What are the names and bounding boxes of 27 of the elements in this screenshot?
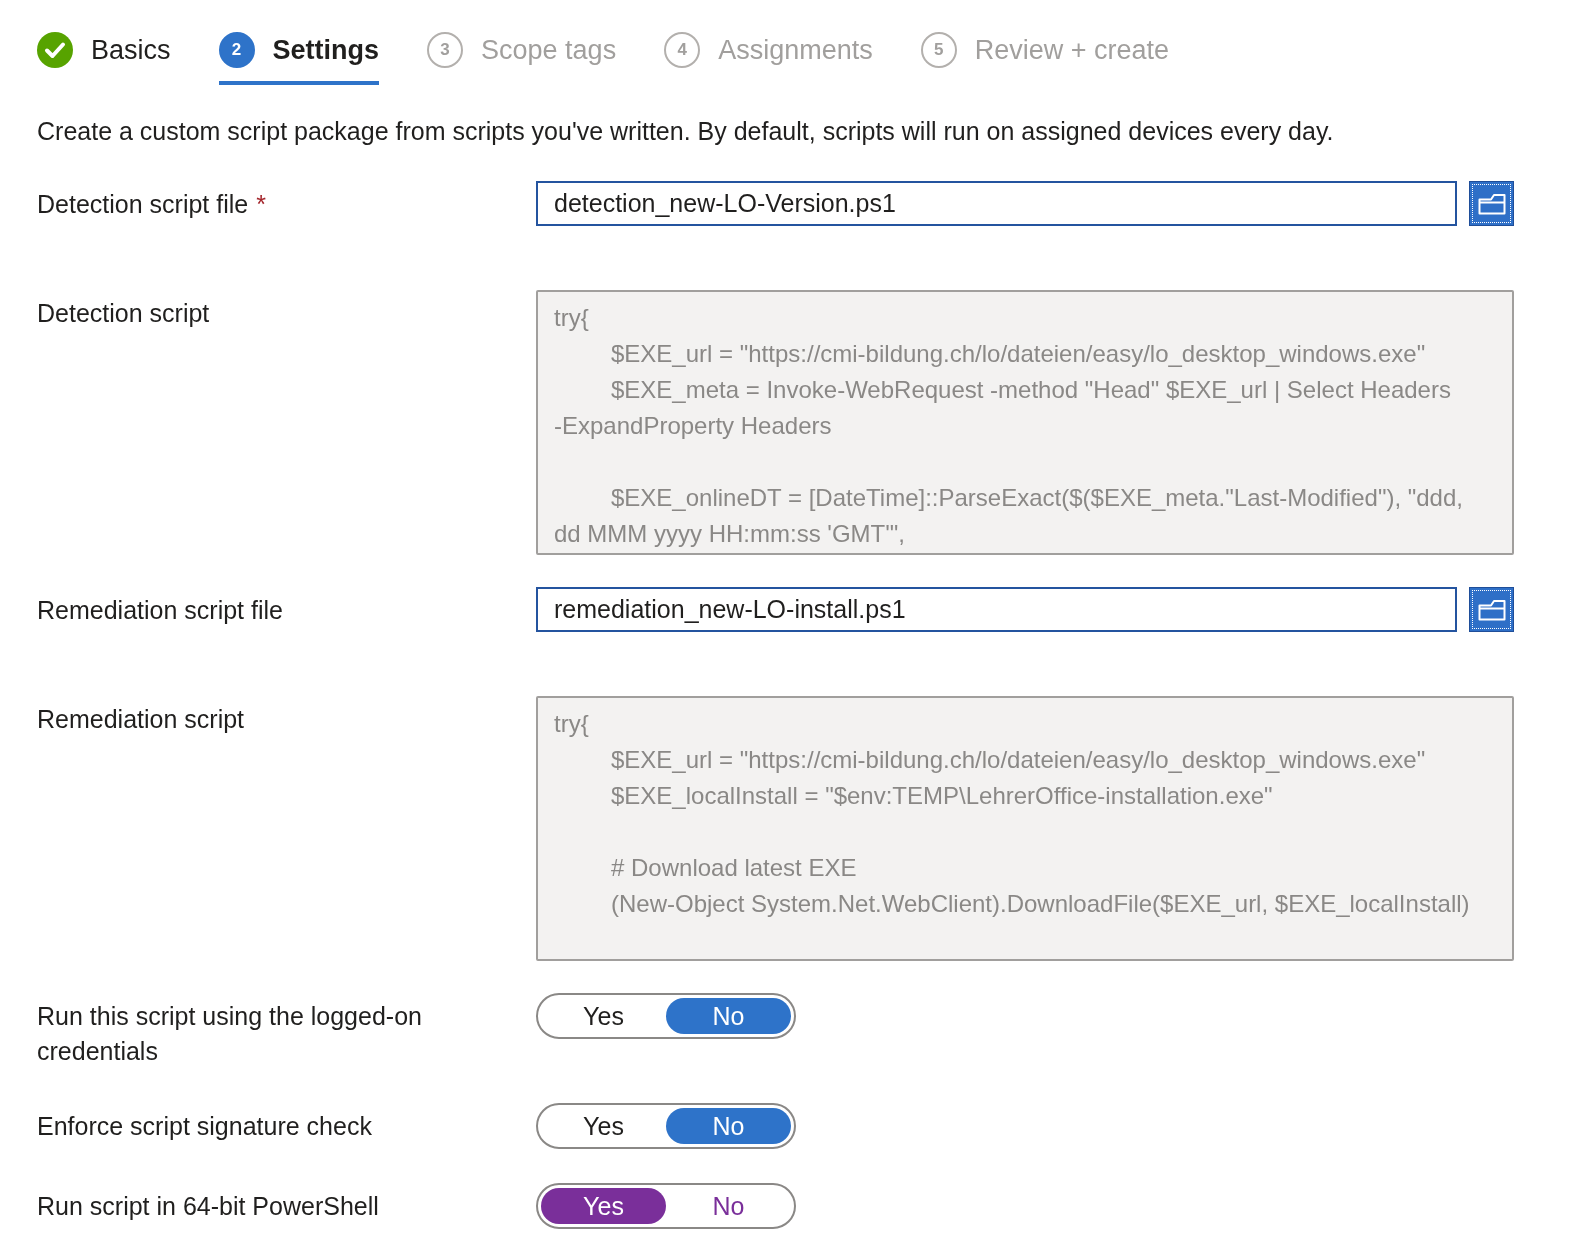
field-label: Run this script using the logged-on credentials (37, 1002, 422, 1065)
toggle-option[interactable]: Yes (541, 1108, 666, 1144)
field-label: Enforce script signature check (37, 1112, 372, 1140)
step-number: 4 (664, 32, 701, 68)
browse-button[interactable] (1469, 587, 1514, 632)
toggle-option[interactable]: No (666, 1108, 791, 1144)
toggle-option[interactable]: Yes (541, 998, 666, 1034)
field-label: Remediation script (37, 705, 245, 733)
field-label: Remediation script file (37, 596, 283, 624)
folder-icon (1477, 598, 1506, 621)
toggle-option[interactable]: No (666, 1188, 791, 1224)
description-text: Create a custom script package from scripts you've written. By default, scripts will run on assigned devices every day. (37, 116, 1335, 147)
wizard-tab[interactable]: Basics (37, 32, 171, 85)
field-label: Run script in 64-bit PowerShell (37, 1192, 379, 1220)
toggle-option[interactable]: No (666, 998, 791, 1034)
required-mark: * (256, 190, 266, 218)
file-name-field[interactable]: remediation_new-LO-install.ps1 (536, 587, 1457, 632)
step-number: 2 (218, 32, 255, 68)
field-label: Detection script file (37, 190, 249, 218)
folder-icon (1477, 192, 1506, 215)
browse-button[interactable] (1469, 181, 1514, 226)
step-number: 3 (427, 32, 464, 68)
field-label: Detection script (37, 299, 210, 327)
file-name-field[interactable]: detection_new-LO-Version.ps1 (536, 181, 1457, 226)
wizard-tab[interactable]: 2 Settings (218, 32, 380, 85)
step-number: 5 (920, 32, 957, 68)
toggle-option[interactable]: Yes (541, 1188, 666, 1224)
